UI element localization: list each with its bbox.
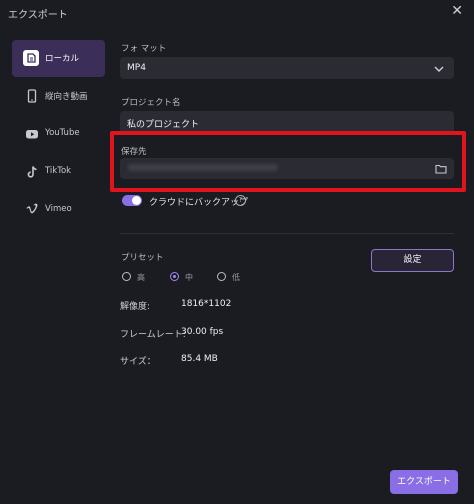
tiktok-icon	[27, 166, 37, 178]
vimeo-icon	[26, 203, 38, 214]
size-label: サイズ：	[120, 357, 156, 367]
format-select[interactable]: MP4	[120, 57, 454, 79]
preset-option-label: 高	[137, 273, 145, 282]
sidebar-item-local[interactable]: ローカル	[12, 40, 105, 77]
sidebar-item-vertical-video[interactable]: 縦向き動画	[12, 78, 105, 115]
help-icon[interactable]: ?	[235, 195, 246, 206]
sidebar-item-label: 縦向き動画	[45, 92, 88, 102]
chevron-down-icon	[434, 66, 444, 72]
preset-label: プリセット	[121, 253, 164, 263]
preset-option-label: 中	[185, 273, 193, 282]
sidebar-item-youtube[interactable]: YouTube	[12, 116, 105, 153]
divider	[120, 233, 454, 234]
title-bar: エクスポート ✕	[0, 0, 474, 24]
resolution-label: 解像度:	[120, 302, 151, 312]
export-button[interactable]: エクスポート	[390, 470, 458, 494]
highlight-box	[110, 131, 466, 192]
preset-option-label: 低	[232, 273, 240, 282]
phone-icon	[27, 89, 37, 103]
sidebar-item-vimeo[interactable]: Vimeo	[12, 192, 105, 229]
format-value: MP4	[127, 63, 146, 73]
format-label: フォ マット	[121, 44, 167, 54]
sidebar-item-label: YouTube	[45, 128, 80, 138]
framerate-label: フレームレート:	[120, 330, 186, 340]
sidebar-item-label: ローカル	[45, 54, 80, 64]
sidebar-item-label: TikTok	[45, 166, 72, 176]
framerate-value: 30.00 fps	[181, 327, 224, 337]
preset-radio-high[interactable]	[122, 272, 131, 281]
sidebar-item-label: Vimeo	[45, 204, 72, 214]
preset-radio-medium[interactable]	[170, 272, 179, 281]
project-name-label: プロジェクト名	[121, 98, 181, 108]
window-title: エクスポート	[8, 10, 68, 21]
cloud-backup-label: クラウドにバックアップ	[149, 198, 249, 208]
sidebar-item-tiktok[interactable]: TikTok	[12, 154, 105, 191]
local-file-icon	[23, 50, 39, 66]
toggle-knob	[132, 196, 141, 205]
resolution-value: 1816*1102	[181, 299, 232, 309]
project-name-input[interactable]: 私のプロジェクト	[120, 111, 454, 133]
cloud-backup-toggle[interactable]	[122, 195, 142, 206]
close-icon[interactable]: ✕	[451, 3, 463, 19]
preset-radio-low[interactable]	[217, 272, 226, 281]
project-name-value: 私のプロジェクト	[127, 120, 200, 130]
youtube-icon	[26, 130, 38, 139]
size-value: 85.4 MB	[181, 354, 218, 364]
settings-button[interactable]: 設定	[371, 249, 454, 272]
